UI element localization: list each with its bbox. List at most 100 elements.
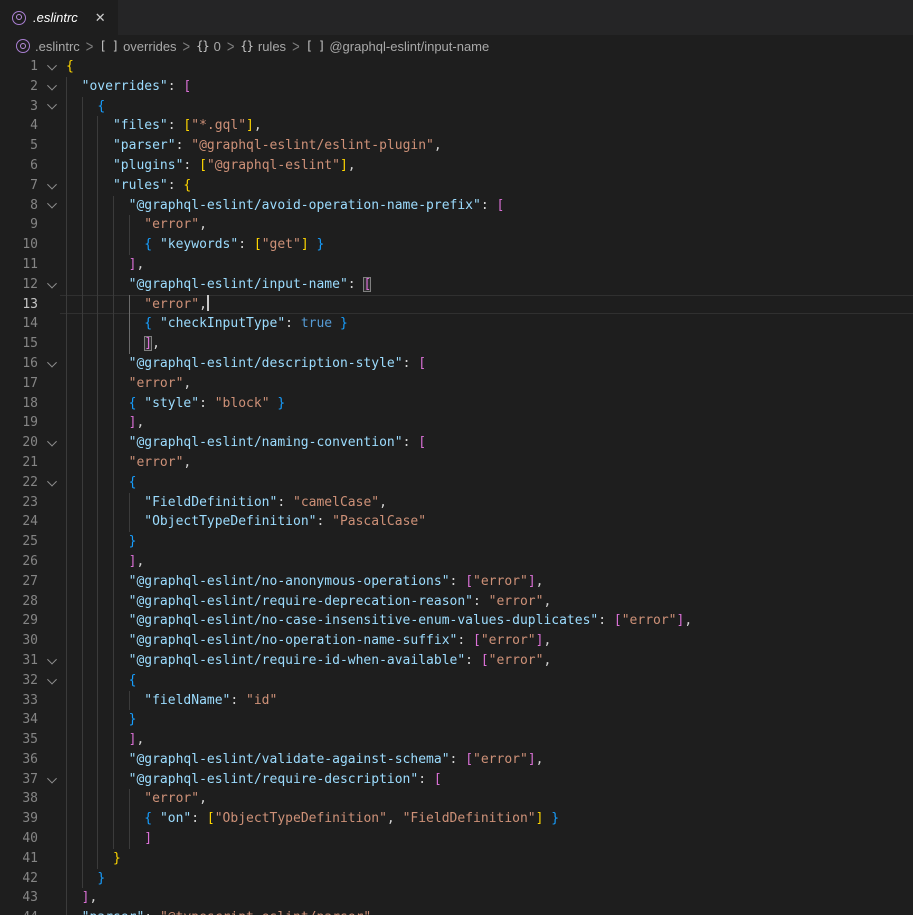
tab-bar: .eslintrc ✕ — [0, 0, 913, 35]
code-line[interactable]: 5 "parser": "@graphql-eslint/eslint-plug… — [0, 136, 913, 156]
indent-guide — [66, 750, 67, 770]
indent-guide — [82, 592, 83, 612]
code-line[interactable]: 22 { — [0, 473, 913, 493]
code-text: { — [66, 473, 913, 493]
code-text: ], — [66, 413, 913, 433]
code-line[interactable]: 35 ], — [0, 730, 913, 750]
code-line[interactable]: 15 ], — [0, 334, 913, 354]
code-line[interactable]: 33 "fieldName": "id" — [0, 691, 913, 711]
fold-chevron-down-icon[interactable] — [38, 671, 66, 691]
line-number: 12 — [0, 275, 38, 295]
indent-guide — [66, 116, 67, 136]
breadcrumb-item[interactable]: {}0 — [196, 39, 221, 54]
indent-guide — [113, 789, 114, 809]
indent-guide — [66, 888, 67, 908]
fold-chevron-down-icon[interactable] — [38, 473, 66, 493]
fold-chevron-down-icon[interactable] — [38, 275, 66, 295]
code-line[interactable]: 32 { — [0, 671, 913, 691]
code-text: "@graphql-eslint/naming-convention": [ — [66, 433, 913, 453]
code-text: "overrides": [ — [66, 77, 913, 97]
code-line[interactable]: 29 "@graphql-eslint/no-case-insensitive-… — [0, 611, 913, 631]
code-line[interactable]: 6 "plugins": ["@graphql-eslint"], — [0, 156, 913, 176]
tab-eslintrc[interactable]: .eslintrc ✕ — [0, 0, 118, 35]
fold-gutter — [38, 255, 66, 275]
code-line[interactable]: 20 "@graphql-eslint/naming-convention": … — [0, 433, 913, 453]
indent-guide — [66, 908, 67, 915]
indent-guide — [97, 631, 98, 651]
line-number: 44 — [0, 908, 38, 915]
code-line[interactable]: 4 "files": ["*.gql"], — [0, 116, 913, 136]
indent-guide — [113, 275, 114, 295]
code-line[interactable]: 16 "@graphql-eslint/description-style": … — [0, 354, 913, 374]
code-line[interactable]: 2 "overrides": [ — [0, 77, 913, 97]
code-line[interactable]: 40 ] — [0, 829, 913, 849]
fold-chevron-down-icon[interactable] — [38, 354, 66, 374]
line-number: 23 — [0, 493, 38, 513]
fold-chevron-down-icon[interactable] — [38, 196, 66, 216]
breadcrumb-item[interactable]: .eslintrc — [16, 39, 80, 54]
code-line[interactable]: 21 "error", — [0, 453, 913, 473]
code-line[interactable]: 10 { "keywords": ["get"] } — [0, 235, 913, 255]
fold-chevron-down-icon[interactable] — [38, 433, 66, 453]
line-number: 40 — [0, 829, 38, 849]
code-line[interactable]: 17 "error", — [0, 374, 913, 394]
code-line[interactable]: 30 "@graphql-eslint/no-operation-name-su… — [0, 631, 913, 651]
code-line[interactable]: 44 "parser": "@typescript-eslint/parser"… — [0, 908, 913, 915]
fold-chevron-down-icon[interactable] — [38, 77, 66, 97]
code-line[interactable]: 36 "@graphql-eslint/validate-against-sch… — [0, 750, 913, 770]
code-line[interactable]: 9 "error", — [0, 215, 913, 235]
code-line[interactable]: 8 "@graphql-eslint/avoid-operation-name-… — [0, 196, 913, 216]
breadcrumb-item[interactable]: [ ]overrides — [99, 39, 176, 54]
code-line[interactable]: 1{ — [0, 57, 913, 77]
close-icon[interactable]: ✕ — [95, 11, 106, 24]
fold-chevron-down-icon[interactable] — [38, 97, 66, 117]
indent-guide — [66, 789, 67, 809]
fold-chevron-down-icon[interactable] — [38, 651, 66, 671]
code-line[interactable]: 43 ], — [0, 888, 913, 908]
indent-guide — [97, 532, 98, 552]
code-line[interactable]: 31 "@graphql-eslint/require-id-when-avai… — [0, 651, 913, 671]
line-number: 7 — [0, 176, 38, 196]
tab-title: .eslintrc — [33, 10, 78, 25]
code-line[interactable]: 11 ], — [0, 255, 913, 275]
code-line[interactable]: 18 { "style": "block" } — [0, 394, 913, 414]
indent-guide — [129, 691, 130, 711]
code-editor[interactable]: 1{2 "overrides": [3 {4 "files": ["*.gql"… — [0, 57, 913, 915]
code-line[interactable]: 42 } — [0, 869, 913, 889]
indent-guide — [82, 710, 83, 730]
code-line[interactable]: 38 "error", — [0, 789, 913, 809]
indent-guide — [66, 314, 67, 334]
line-number: 16 — [0, 354, 38, 374]
code-text: "fieldName": "id" — [66, 691, 913, 711]
indent-guide — [66, 829, 67, 849]
breadcrumb-item[interactable]: [ ]@graphql-eslint/input-name — [306, 39, 490, 54]
code-line[interactable]: 26 ], — [0, 552, 913, 572]
code-line[interactable]: 13 "error", — [0, 295, 913, 315]
code-line[interactable]: 7 "rules": { — [0, 176, 913, 196]
code-line[interactable]: 25 } — [0, 532, 913, 552]
code-line[interactable]: 27 "@graphql-eslint/no-anonymous-operati… — [0, 572, 913, 592]
fold-chevron-down-icon[interactable] — [38, 770, 66, 790]
code-text: "@graphql-eslint/no-anonymous-operations… — [66, 572, 913, 592]
code-line[interactable]: 41 } — [0, 849, 913, 869]
fold-chevron-down-icon[interactable] — [38, 57, 66, 77]
code-line[interactable]: 12 "@graphql-eslint/input-name": [ — [0, 275, 913, 295]
code-line[interactable]: 19 ], — [0, 413, 913, 433]
indent-guide — [97, 433, 98, 453]
line-number: 29 — [0, 611, 38, 631]
indent-guide — [97, 710, 98, 730]
breadcrumb-item[interactable]: {}rules — [240, 39, 286, 54]
fold-gutter — [38, 888, 66, 908]
code-line[interactable]: 39 { "on": ["ObjectTypeDefinition", "Fie… — [0, 809, 913, 829]
code-line[interactable]: 23 "FieldDefinition": "camelCase", — [0, 493, 913, 513]
fold-gutter — [38, 611, 66, 631]
code-line[interactable]: 28 "@graphql-eslint/require-deprecation-… — [0, 592, 913, 612]
code-line[interactable]: 37 "@graphql-eslint/require-description"… — [0, 770, 913, 790]
code-line[interactable]: 24 "ObjectTypeDefinition": "PascalCase" — [0, 512, 913, 532]
indent-guide — [129, 334, 130, 354]
code-line[interactable]: 34 } — [0, 710, 913, 730]
fold-chevron-down-icon[interactable] — [38, 176, 66, 196]
code-line[interactable]: 3 { — [0, 97, 913, 117]
code-text: { "on": ["ObjectTypeDefinition", "FieldD… — [66, 809, 913, 829]
code-line[interactable]: 14 { "checkInputType": true } — [0, 314, 913, 334]
